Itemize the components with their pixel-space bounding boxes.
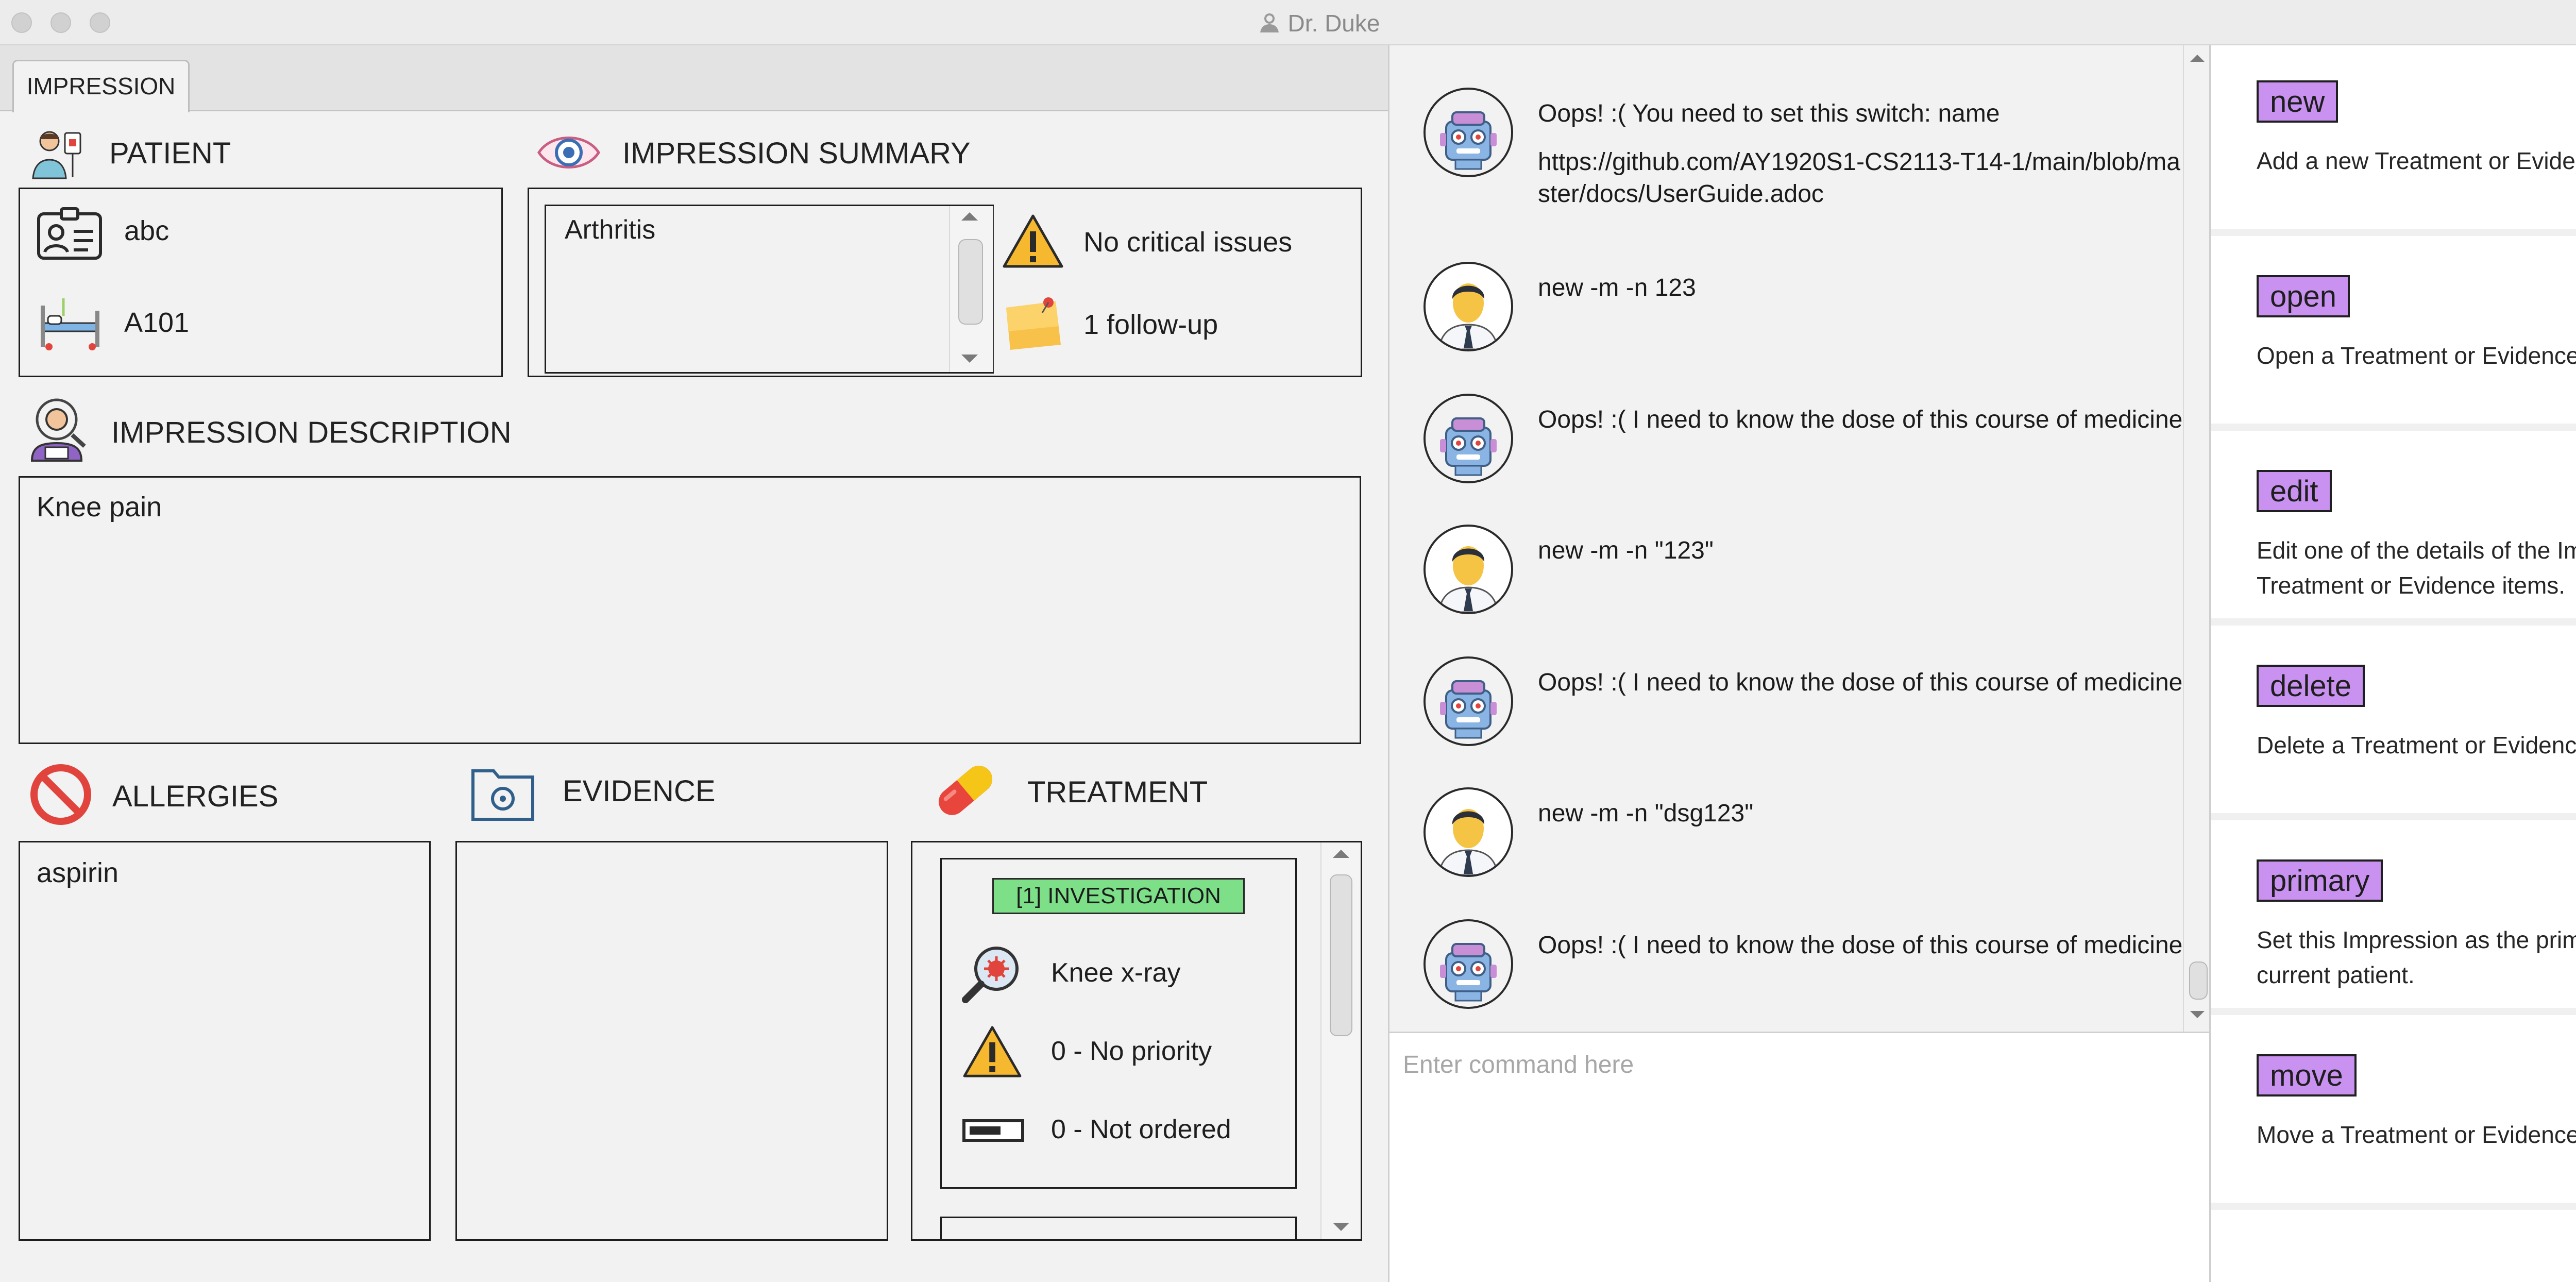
treatment-name: Knee x-ray [1051,958,1181,988]
sticky-note-icon [1001,295,1065,355]
allergy-item: aspirin [37,857,119,888]
patient-name: abc [124,215,170,246]
treatment-status: 0 - Not ordered [1051,1115,1231,1144]
doctor-avatar-icon [1423,262,1513,351]
help-command-delete[interactable]: delete [2257,665,2365,707]
scroll-thumb[interactable] [958,239,983,325]
command-input[interactable] [1402,1043,2192,1086]
hospital-bed-icon [39,295,103,355]
scroll-down-icon[interactable] [1333,1223,1349,1231]
robot-avatar-icon [1423,394,1513,483]
help-description: Add a new Treatment or Evidence [2257,147,2576,174]
status-bar-icon [962,1119,1024,1144]
impression-description-title: IMPRESSION DESCRIPTION [111,416,512,449]
warning-icon [1001,213,1065,272]
robot-avatar-icon [1423,88,1513,177]
impression-summary-title: IMPRESSION SUMMARY [622,137,971,170]
window-title-bar: Dr. Duke [0,0,2576,45]
window-title: Dr. Duke [0,9,2576,39]
id-card-icon [37,207,103,263]
treatment-scrollbar[interactable] [1320,842,1361,1239]
followup-count: 1 follow-up [1083,309,1218,340]
treatment-box: [1] INVESTIGATION Knee x-ray 0 - No prio… [911,841,1362,1241]
eye-icon [536,128,602,180]
message-line: Oops! :( I need to know the dose of this… [1538,932,2190,959]
chat-log[interactable]: Oops! :( You need to set this switch: na… [1388,45,2212,1032]
impression-name-scrollbar[interactable] [949,206,993,372]
priority-warning-icon [961,1024,1023,1082]
microscope-search-icon [960,942,1024,1008]
impression-panel: IMPRESSION PATIENT abc A101 IMPRESSION S… [0,45,1388,1282]
help-description: Move a Treatment or Evidence to a [2257,1121,2576,1148]
help-card-open: open Open a Treatment or Evidence iten [2211,240,2576,431]
help-description: Edit one of the details of the Impres Tr… [2257,537,2576,599]
tab-bar: IMPRESSION [0,45,1388,112]
doctor-avatar-icon [1423,525,1513,614]
help-card-primary: primary Set this Impression as the primar… [2211,824,2576,1015]
robot-avatar-icon [1423,656,1513,746]
message-line: Oops! :( I need to know the dose of this… [1538,669,2190,696]
help-command-open[interactable]: open [2257,275,2350,317]
command-area [1388,1032,2209,1282]
scroll-up-icon[interactable] [2190,55,2205,62]
allergies-box: aspirin [19,841,431,1241]
patient-bed: A101 [124,307,190,338]
impression-name-area[interactable]: Arthritis [545,205,994,374]
help-command-edit[interactable]: edit [2257,470,2332,512]
impression-summary-box: Arthritis No critical issues 1 follow-up [528,188,1362,377]
impression-description-text: Knee pain [37,492,162,522]
help-description: Delete a Treatment or Evidence ite [2257,732,2576,758]
investigation-header: [1] INVESTIGATION [992,878,1245,914]
scroll-down-icon[interactable] [961,355,978,363]
evidence-title: EVIDENCE [563,774,716,808]
critical-status: No critical issues [1083,227,1293,258]
evidence-folder-icon [470,761,536,825]
help-card-edit: edit Edit one of the details of the Impre… [2211,435,2576,626]
pill-icon [931,756,999,827]
message-line: new -m -n 123 [1538,274,1696,301]
message-line: Oops! :( I need to know the dose of this… [1538,406,2190,433]
impression-name: Arthritis [565,215,656,245]
robot-avatar-icon [1423,919,1513,1009]
help-card-new: new Add a new Treatment or Evidence [2211,45,2576,236]
patient-box: abc A101 [19,188,503,377]
impression-description-box[interactable]: Knee pain [19,476,1361,744]
doctor-icon [1258,11,1281,39]
message-line: new -m -n "dsg123" [1538,800,1754,827]
scroll-down-icon[interactable] [2190,1011,2205,1018]
treatment-card-next[interactable] [940,1217,1297,1239]
scroll-thumb[interactable] [1330,874,1352,1036]
help-command-primary[interactable]: primary [2257,859,2383,902]
prohibited-icon [29,763,93,829]
message-line: https://github.com/AY1920S1-CS2113-T14-1… [1538,148,2180,208]
help-card-move: move Move a Treatment or Evidence to a [2211,1019,2576,1210]
help-description: Open a Treatment or Evidence iten [2257,342,2576,369]
tab-impression[interactable]: IMPRESSION [12,60,190,112]
help-command-new[interactable]: new [2257,80,2338,123]
chat-scrollbar[interactable] [2183,45,2212,1032]
message-line: Oops! :( You need to set this switch: na… [1538,100,2000,127]
evidence-box [455,841,888,1241]
help-panel: new Add a new Treatment or Evidence open Op… [2209,45,2576,1282]
help-description: Set this Impression as the primary curre… [2257,926,2576,988]
scroll-thumb[interactable] [2189,962,2208,1000]
specialist-icon [28,397,90,465]
scroll-up-icon[interactable] [961,212,978,221]
scroll-up-icon[interactable] [1333,850,1349,858]
help-command-move[interactable]: move [2257,1054,2357,1097]
treatment-title: TREATMENT [1027,775,1208,809]
patient-icon [29,128,87,182]
doctor-avatar-icon [1423,787,1513,877]
help-card-delete: delete Delete a Treatment or Evidence ite [2211,630,2576,820]
allergies-title: ALLERGIES [112,780,279,813]
treatment-card[interactable]: [1] INVESTIGATION Knee x-ray 0 - No prio… [940,858,1297,1189]
patient-title: PATIENT [109,137,231,170]
message-line: new -m -n "123" [1538,537,1714,564]
treatment-priority: 0 - No priority [1051,1036,1212,1066]
